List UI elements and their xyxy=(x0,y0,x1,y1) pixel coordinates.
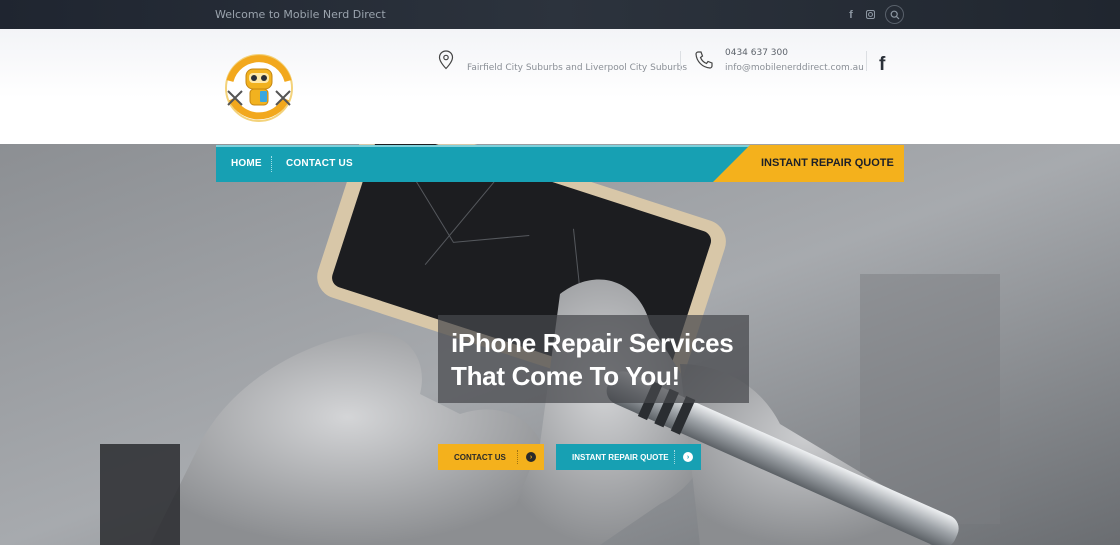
button-label: CONTACT US xyxy=(454,452,506,462)
arrow-right-icon: › xyxy=(675,444,701,470)
email-address[interactable]: info@mobilenerddirect.com.au xyxy=(725,63,864,73)
welcome-text: Welcome to Mobile Nerd Direct xyxy=(215,8,386,21)
service-area-text: Fairfield City Suburbs and Liverpool Cit… xyxy=(467,63,688,73)
divider xyxy=(866,51,867,71)
site-header: Fairfield City Suburbs and Liverpool Cit… xyxy=(0,29,1120,144)
phone-number[interactable]: 0434 637 300 xyxy=(725,48,788,58)
phone-icon xyxy=(694,50,714,70)
hero-headline: iPhone Repair Services That Come To You! xyxy=(451,327,746,393)
search-icon[interactable] xyxy=(885,5,904,24)
headline-line-2: That Come To You! xyxy=(451,361,680,391)
nav-item-home[interactable]: HOME xyxy=(231,158,262,169)
instant-repair-quote-button[interactable]: INSTANT REPAIR QUOTE › xyxy=(556,444,701,470)
headline-line-1: iPhone Repair Services xyxy=(451,328,734,358)
map-pin-icon xyxy=(438,50,454,70)
logo[interactable] xyxy=(220,51,298,125)
nav-divider xyxy=(271,156,272,172)
nav-item-contact-us[interactable]: CONTACT US xyxy=(286,158,353,169)
contact-us-button[interactable]: CONTACT US › xyxy=(438,444,544,470)
facebook-icon[interactable]: f xyxy=(846,6,856,23)
divider xyxy=(680,51,681,71)
button-label: INSTANT REPAIR QUOTE xyxy=(572,452,669,462)
instagram-icon[interactable] xyxy=(864,6,876,23)
top-bar: Welcome to Mobile Nerd Direct f xyxy=(0,0,1120,29)
arrow-right-icon: › xyxy=(518,444,544,470)
instant-repair-quote-label[interactable]: INSTANT REPAIR QUOTE xyxy=(761,157,894,169)
facebook-icon[interactable]: f xyxy=(879,54,885,76)
